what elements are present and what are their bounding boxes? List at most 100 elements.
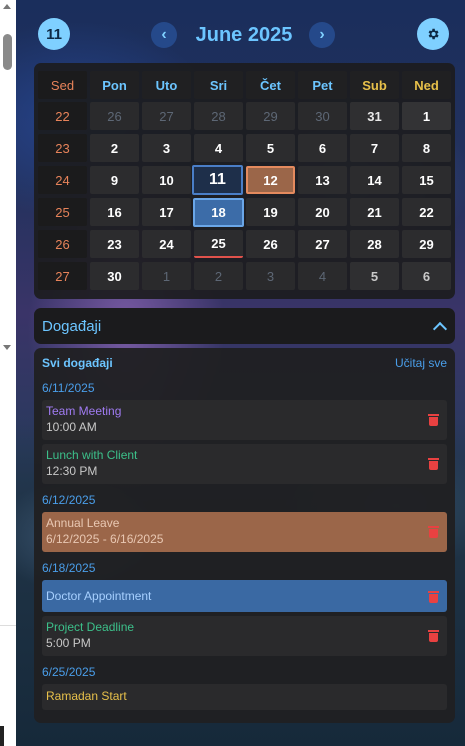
day-cell[interactable]: 24 [142, 230, 191, 258]
scrollbar-thumb[interactable] [3, 34, 12, 70]
day-cell[interactable]: 28 [194, 102, 243, 130]
week-number: 27 [38, 262, 87, 290]
trash-icon[interactable] [428, 526, 439, 538]
event-time: 6/12/2025 - 6/16/2025 [46, 532, 164, 546]
day-cell[interactable]: 27 [142, 102, 191, 130]
prev-month-button[interactable]: ‹ [151, 22, 177, 48]
week-number: 22 [38, 102, 87, 130]
day-cell[interactable]: 27 [298, 230, 347, 258]
day-cell[interactable]: 20 [298, 198, 347, 226]
divider [0, 625, 16, 626]
header-sat: Sub [350, 71, 399, 99]
gear-icon [428, 28, 439, 40]
header-wed: Sri [194, 71, 243, 99]
header-week: Sed [38, 71, 87, 99]
trash-icon[interactable] [428, 414, 439, 426]
event-item[interactable]: Project Deadline 5:00 PM [42, 616, 447, 656]
day-cell[interactable]: 4 [298, 262, 347, 290]
header-tue: Uto [142, 71, 191, 99]
events-list-panel: Svi događaji Učitaj sve 6/11/2025 Team M… [34, 348, 455, 723]
day-cell[interactable]: 1 [142, 262, 191, 290]
today-button[interactable]: 11 [38, 18, 70, 50]
day-cell[interactable]: 16 [90, 198, 139, 226]
event-item[interactable]: Doctor Appointment [42, 580, 447, 612]
scroll-up-icon[interactable] [3, 4, 11, 9]
day-cell[interactable]: 22 [402, 198, 451, 226]
day-cell[interactable]: 9 [90, 166, 139, 194]
events-section-title: Događaji [42, 317, 102, 335]
day-cell[interactable]: 17 [142, 198, 191, 226]
day-cell[interactable]: 31 [350, 102, 399, 130]
event-date-label: 6/12/2025 [42, 493, 96, 507]
event-time: 12:30 PM [46, 464, 98, 478]
day-cell[interactable]: 30 [90, 262, 139, 290]
day-cell-event[interactable]: 12 [246, 166, 295, 194]
day-cell[interactable]: 3 [142, 134, 191, 162]
event-item[interactable]: Team Meeting 10:00 AM [42, 400, 447, 440]
events-list-header: Svi događaji Učitaj sve [42, 356, 447, 372]
chevron-right-icon: › [319, 26, 325, 43]
header-thu: Čet [246, 71, 295, 99]
load-all-link[interactable]: Učitaj sve [395, 356, 447, 372]
chevron-up-icon [432, 321, 448, 336]
day-cell[interactable]: 5 [246, 134, 295, 162]
day-cell[interactable]: 2 [90, 134, 139, 162]
next-month-button[interactable]: › [309, 22, 335, 48]
day-cell[interactable]: 14 [350, 166, 399, 194]
chevron-left-icon: ‹ [161, 26, 167, 43]
day-cell[interactable]: 26 [90, 102, 139, 130]
event-name: Annual Leave [46, 516, 120, 530]
corner-block [0, 726, 4, 746]
day-cell[interactable]: 21 [350, 198, 399, 226]
day-cell[interactable]: 13 [298, 166, 347, 194]
day-cell[interactable]: 4 [194, 134, 243, 162]
day-cell[interactable]: 5 [350, 262, 399, 290]
trash-icon[interactable] [428, 630, 439, 642]
scroll-down-icon[interactable] [3, 345, 11, 350]
event-name: Project Deadline [46, 620, 135, 634]
day-cell[interactable]: 28 [350, 230, 399, 258]
header-sun: Ned [402, 71, 451, 99]
event-date-label: 6/18/2025 [42, 561, 96, 575]
week-number: 25 [38, 198, 87, 226]
event-time: 10:00 AM [46, 420, 97, 434]
event-date-label: 6/25/2025 [42, 665, 96, 679]
event-item[interactable]: Annual Leave 6/12/2025 - 6/16/2025 [42, 512, 447, 552]
event-name: Ramadan Start [46, 689, 127, 703]
day-cell[interactable]: 6 [402, 262, 451, 290]
day-cell[interactable]: 23 [90, 230, 139, 258]
all-events-label: Svi događaji [42, 356, 113, 370]
day-cell[interactable]: 7 [350, 134, 399, 162]
event-item[interactable]: Ramadan Start [42, 684, 447, 710]
event-item[interactable]: Lunch with Client 12:30 PM [42, 444, 447, 484]
week-number: 24 [38, 166, 87, 194]
day-cell[interactable]: 1 [402, 102, 451, 130]
week-number: 26 [38, 230, 87, 258]
header-fri: Pet [298, 71, 347, 99]
settings-button[interactable] [417, 18, 449, 50]
event-time: 5:00 PM [46, 636, 91, 650]
day-cell[interactable]: 30 [298, 102, 347, 130]
day-cell[interactable]: 3 [246, 262, 295, 290]
event-name: Doctor Appointment [46, 589, 152, 603]
day-cell[interactable]: 15 [402, 166, 451, 194]
browser-scroll-strip [0, 0, 16, 746]
trash-icon[interactable] [428, 458, 439, 470]
day-cell[interactable]: 2 [194, 262, 243, 290]
day-cell[interactable]: 10 [142, 166, 191, 194]
trash-icon[interactable] [428, 591, 439, 603]
day-cell[interactable]: 8 [402, 134, 451, 162]
day-cell-selected[interactable]: 18 [193, 198, 244, 227]
events-section-toggle[interactable]: Događaji [34, 308, 455, 344]
day-cell[interactable]: 26 [246, 230, 295, 258]
event-name: Lunch with Client [46, 448, 138, 462]
day-cell-today[interactable]: 11 [192, 165, 243, 195]
day-cell[interactable]: 29 [402, 230, 451, 258]
day-cell[interactable]: 29 [246, 102, 295, 130]
event-date-label: 6/11/2025 [42, 381, 95, 395]
day-cell[interactable]: 6 [298, 134, 347, 162]
week-number: 23 [38, 134, 87, 162]
day-cell-event[interactable]: 25 [194, 230, 243, 258]
month-title: June 2025 [195, 24, 293, 46]
day-cell[interactable]: 19 [246, 198, 295, 226]
